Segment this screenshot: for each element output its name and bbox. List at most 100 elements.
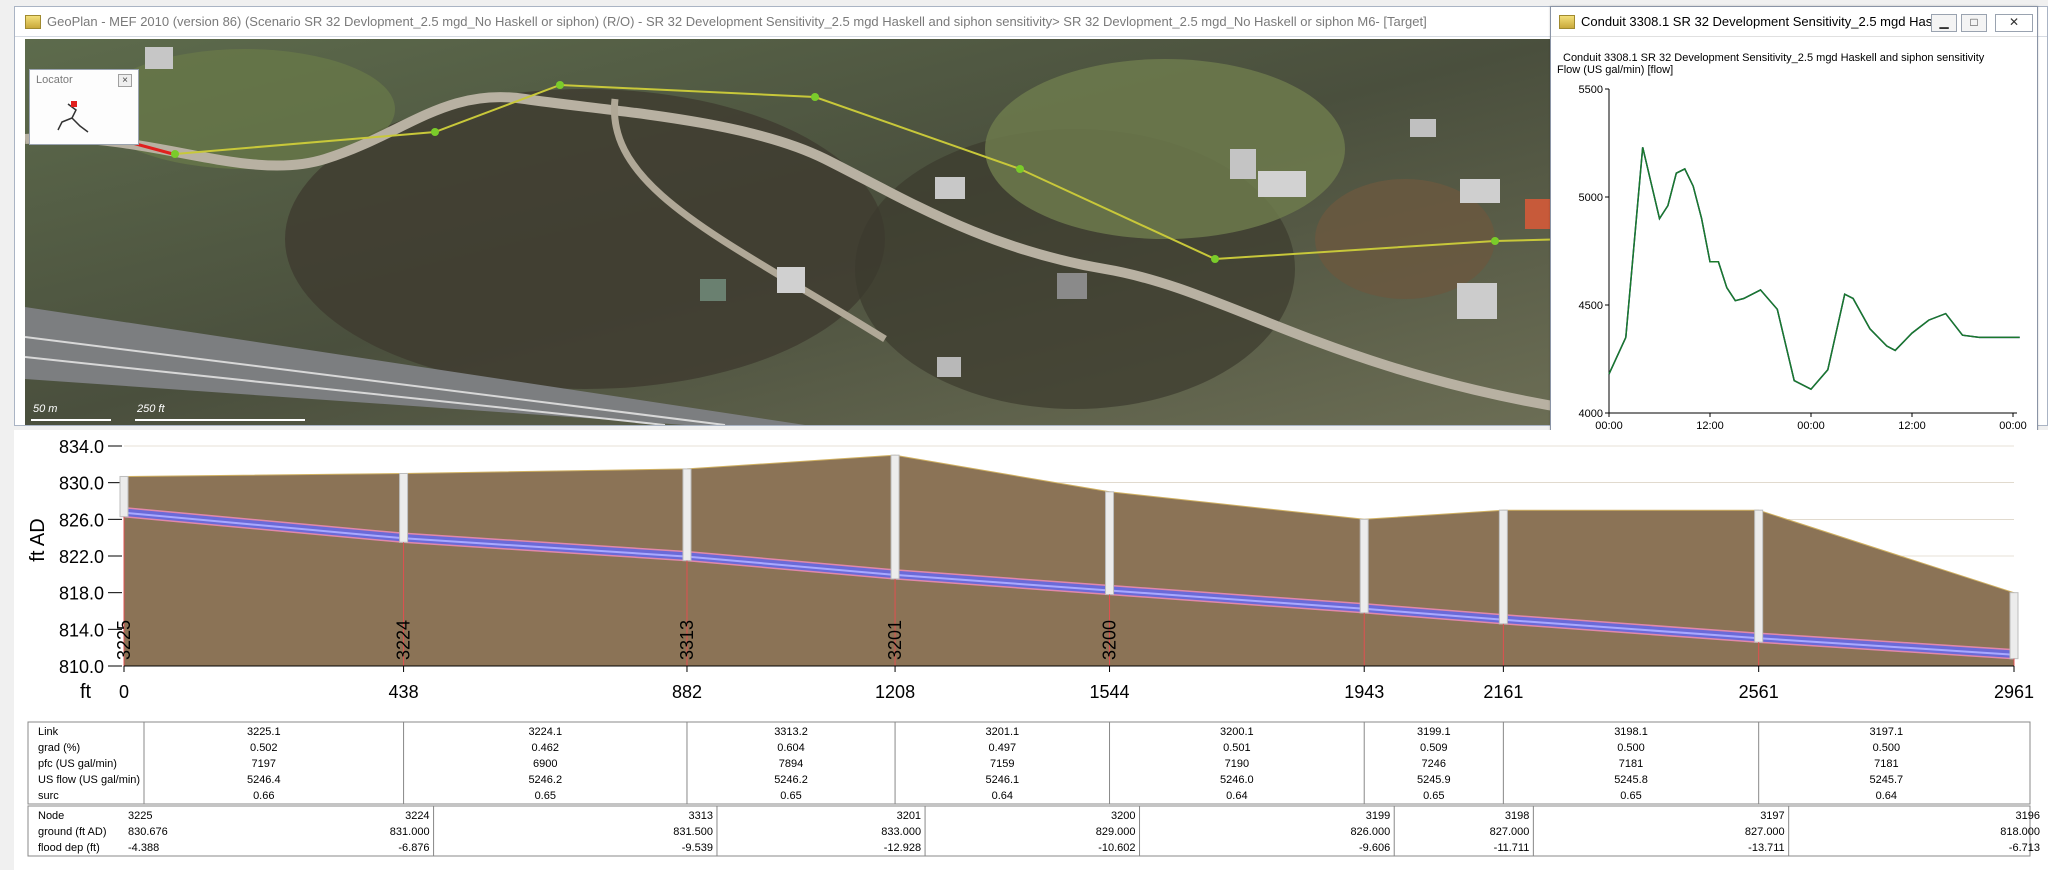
node-table-cell: 3224: [405, 810, 429, 822]
long-section-profile[interactable]: ft AD ft 834.0 830.0 826.0 822.0 818.0 814.0 810…: [14, 430, 2048, 870]
network-node[interactable]: [556, 81, 564, 89]
node-table-cell: -4.388: [128, 842, 159, 854]
link-table-cell: 0.65: [535, 790, 556, 802]
profile-chainage-label: 1208: [875, 682, 915, 702]
link-table-cell: 3199.1: [1417, 726, 1451, 738]
profile-y-tick-label: 818.0: [59, 584, 104, 604]
building: [1230, 149, 1256, 179]
link-table-header: US flow (US gal/min): [38, 774, 140, 786]
node-id-label: 3225: [114, 620, 134, 660]
profile-chainage-label: 1544: [1090, 682, 1130, 702]
building: [700, 279, 726, 301]
node-table-cell: -10.602: [1098, 842, 1135, 854]
building: [1457, 283, 1497, 319]
conduit-graph-window: Conduit 3308.1 SR 32 Development Sensiti…: [1550, 6, 2039, 483]
profile-chainage-label: 2561: [1739, 682, 1779, 702]
link-table-cell: 3197.1: [1870, 726, 1904, 738]
link-table-cell: 7190: [1225, 758, 1249, 770]
scale-bar-feet: [135, 419, 305, 421]
manhole-shaft: [119, 475, 129, 518]
network-node[interactable]: [171, 150, 179, 158]
node-table-header: ground (ft AD): [38, 826, 106, 838]
manhole-shaft: [1359, 518, 1369, 614]
node-table-cell: 3313: [688, 810, 712, 822]
link-table-cell: 0.66: [253, 790, 274, 802]
profile-y-tick-label: 830.0: [59, 474, 104, 494]
node-table-cell: -6.876: [398, 842, 429, 854]
minimize-button[interactable]: ▁: [1931, 14, 1957, 32]
profile-chainage-label: 2161: [1483, 682, 1523, 702]
profile-chainage-label: 438: [389, 682, 419, 702]
locator-panel[interactable]: Locator ×: [29, 69, 139, 145]
chart-series-lines: [1608, 147, 2020, 391]
chart-y-tick-label: 4000: [1579, 408, 1603, 420]
link-table-cell: 7159: [990, 758, 1014, 770]
link-table-cell: 5246.4: [247, 774, 281, 786]
network-node[interactable]: [1211, 255, 1219, 263]
building: [1460, 179, 1500, 203]
link-table-cell: 0.65: [780, 790, 801, 802]
network-node[interactable]: [431, 128, 439, 136]
node-table-cell: 827.000: [1745, 826, 1785, 838]
long-section-canvas[interactable]: ft AD ft 834.0 830.0 826.0 822.0 818.0 814.0 810…: [14, 430, 2048, 870]
scale-label-meters: 50 m: [33, 403, 58, 415]
profile-chainage-label: 2961: [1994, 682, 2034, 702]
node-table-cell: 829.000: [1096, 826, 1136, 838]
network-node[interactable]: [1491, 237, 1499, 245]
network-node[interactable]: [1016, 165, 1024, 173]
link-table-cell: 0.509: [1420, 742, 1448, 754]
flow-time-series-chart[interactable]: Conduit 3308.1 SR 32 Development Sensiti…: [1551, 37, 2039, 483]
building: [145, 47, 173, 69]
link-table-cell: 0.500: [1873, 742, 1901, 754]
chart-y-tick-label: 5500: [1579, 84, 1603, 96]
locator-network-outline: [57, 103, 89, 133]
network-node[interactable]: [811, 93, 819, 101]
locator-close-button[interactable]: ×: [118, 74, 132, 87]
link-table-cell: 5245.9: [1417, 774, 1451, 786]
manhole-shaft: [1105, 491, 1115, 595]
aerial-map-canvas[interactable]: [25, 39, 1571, 425]
link-table-cell: 6900: [533, 758, 557, 770]
link-table-cell: 3225.1: [247, 726, 281, 738]
manhole-shaft: [1498, 509, 1508, 625]
node-table-frame: [27, 805, 2031, 857]
geoplan-window-title: GeoPlan - MEF 2010 (version 86) (Scenari…: [47, 14, 1427, 29]
profile-y-tick-label: 810.0: [59, 657, 104, 677]
scale-bar-meters: [31, 419, 111, 421]
link-table-cell: 5246.2: [774, 774, 808, 786]
chart-y-tick-label: 4500: [1579, 300, 1603, 312]
link-table-cell: 3198.1: [1614, 726, 1648, 738]
link-table-cell: 7181: [1619, 758, 1643, 770]
locator-view-marker: [71, 101, 77, 107]
aerial-map-view[interactable]: 50 m 250 ft: [25, 39, 1571, 425]
application-desktop: GeoPlan - MEF 2010 (version 86) (Scenari…: [0, 0, 2048, 870]
scale-label-feet: 250 ft: [137, 403, 165, 415]
node-table-cell: 3198: [1505, 810, 1529, 822]
node-table-header: flood dep (ft): [38, 842, 100, 854]
link-table-cell: 3224.1: [528, 726, 562, 738]
maximize-button[interactable]: □: [1961, 14, 1987, 32]
profile-chainage-label: 1943: [1344, 682, 1384, 702]
link-table-cell: 3200.1: [1220, 726, 1254, 738]
profile-chainage-label: 882: [672, 682, 702, 702]
building: [777, 267, 805, 293]
node-table-cell: 831.000: [390, 826, 430, 838]
locator-thumbnail[interactable]: [48, 96, 108, 138]
link-table-cell: 0.501: [1223, 742, 1251, 754]
profile-x-axis-unit: ft: [80, 681, 92, 703]
link-table-cell: 7197: [252, 758, 276, 770]
link-table-cell: 0.64: [1226, 790, 1247, 802]
conduit-titlebar[interactable]: Conduit 3308.1 SR 32 Development Sensiti…: [1551, 7, 2037, 37]
node-table-cell: 3197: [1760, 810, 1784, 822]
close-button[interactable]: ✕: [1995, 14, 2033, 32]
link-table-cell: 5246.2: [528, 774, 562, 786]
chart-axes: 550050004500400000:0011/20/201712:0000:0…: [1579, 84, 2039, 446]
node-table-header: Node: [38, 810, 64, 822]
link-table-cell: 5246.0: [1220, 774, 1254, 786]
outfall-block: [156, 615, 164, 666]
node-table-cell: -9.539: [682, 842, 713, 854]
node-table-cell: 833.000: [881, 826, 921, 838]
node-table-cell: -12.928: [884, 842, 921, 854]
conduit-window-icon: [1559, 14, 1575, 29]
link-table-cell: 3201.1: [985, 726, 1019, 738]
